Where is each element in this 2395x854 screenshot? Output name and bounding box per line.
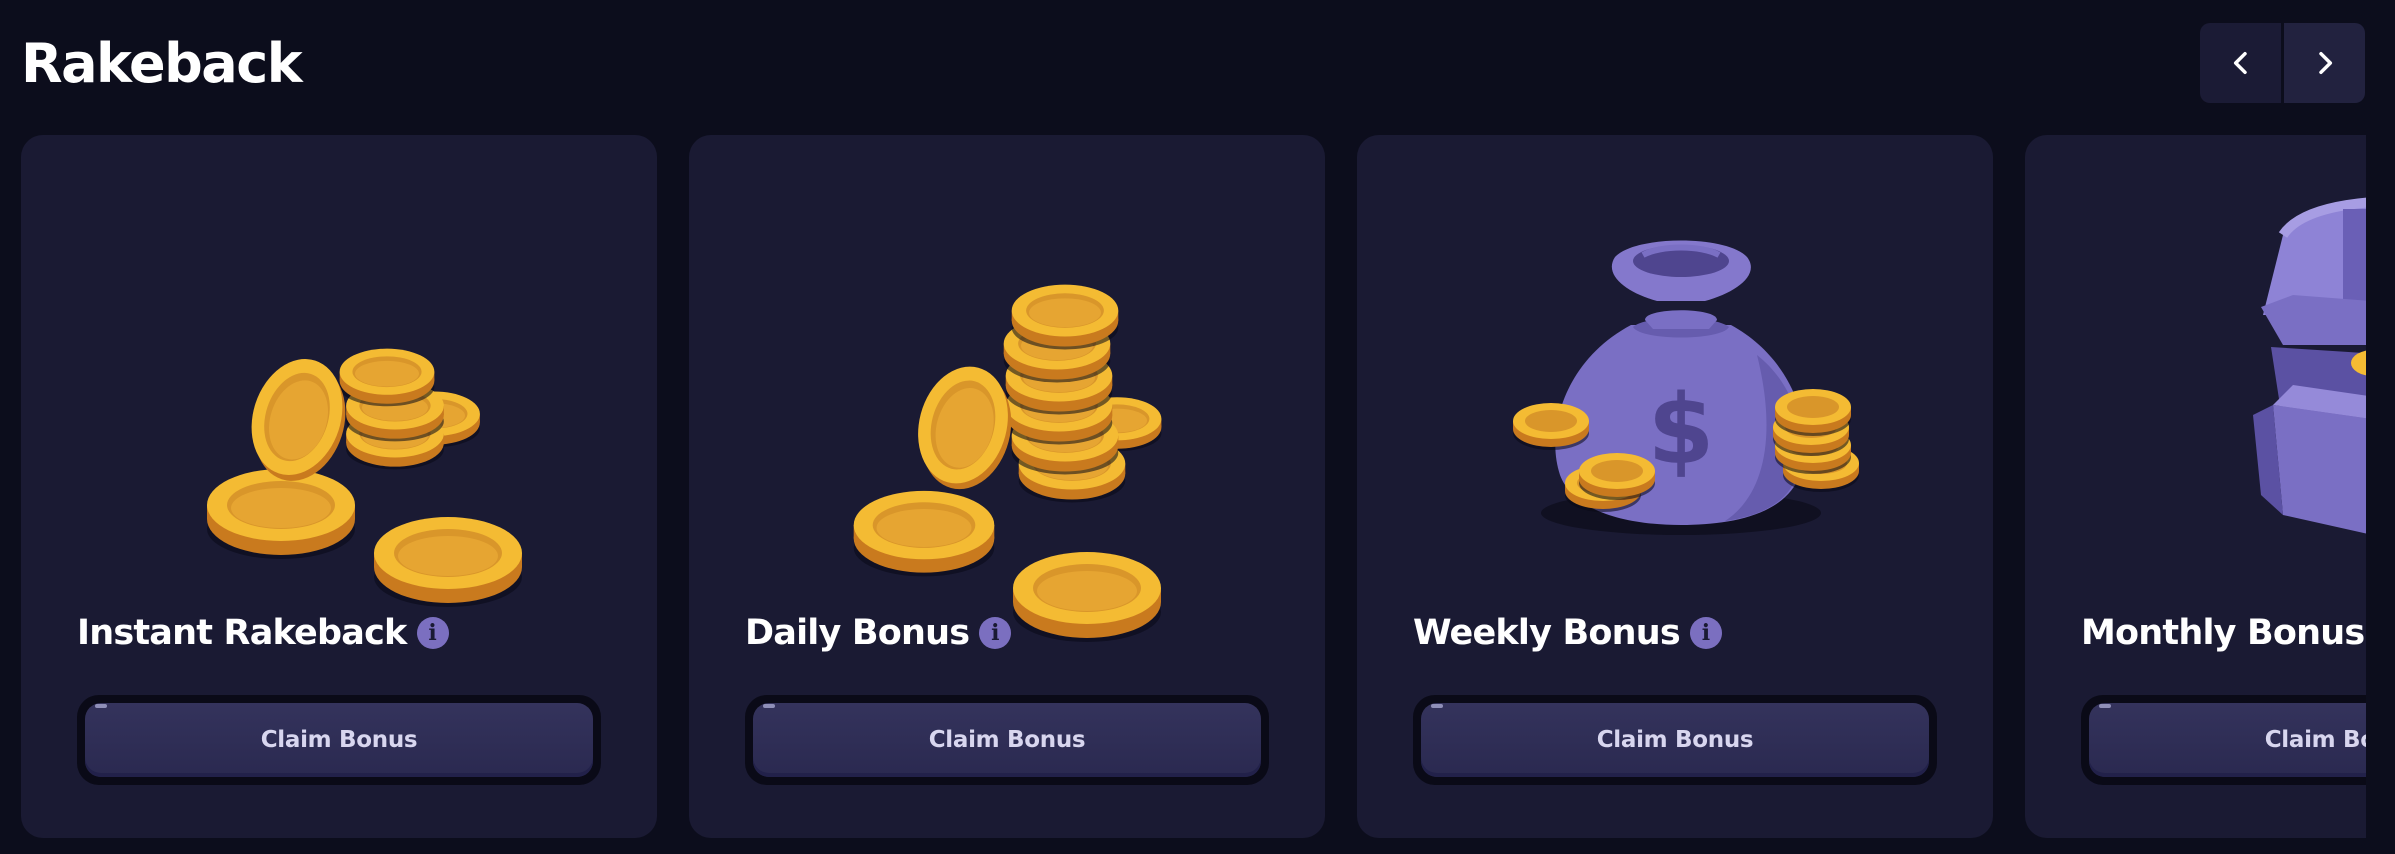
claim-bonus-button[interactable]: Claim Bonus [85,703,593,777]
claim-progress-bar [2099,704,2111,708]
svg-text:$: $ [1648,374,1715,486]
carousel-nav [2200,23,2365,103]
treasure-chest-illustration [2133,195,2366,575]
bonus-card-instant-rakeback: Instant Rakeback i Claim Bonus [21,135,657,838]
card-title: Weekly Bonus [1413,613,1681,653]
card-title-row: Weekly Bonus i [1413,613,1722,653]
gold-coin-stack-illustration [129,195,549,607]
claim-bonus-label: Claim Bonus [260,727,418,753]
bonus-card-daily-bonus: Daily Bonus i Claim Bonus [689,135,1325,838]
claim-bonus-label: Claim Bonus [2264,727,2366,753]
claim-bonus-label: Claim Bonus [1596,727,1754,753]
claim-bonus-container: Claim Bonus [2081,695,2366,785]
card-title-row: Daily Bonus i [745,613,1012,653]
claim-bonus-label: Claim Bonus [928,727,1086,753]
info-icon[interactable]: i [979,617,1012,649]
claim-bonus-container: Claim Bonus [1413,695,1937,785]
bonus-carousel: Instant Rakeback i Claim Bonus Daily Bon… [21,135,2366,839]
card-title: Monthly Bonus [2081,613,2365,653]
claim-bonus-container: Claim Bonus [77,695,601,785]
claim-progress-bar [763,704,775,708]
info-icon[interactable]: i [1689,617,1722,649]
card-title-row: Monthly Bonus i [2081,613,2366,653]
bonus-card-weekly-bonus: $ Weekly Bonus i Claim Bonus [1357,135,1993,838]
carousel-next-button[interactable] [2284,23,2365,103]
info-icon[interactable]: i [416,617,449,649]
section-title: Rakeback [21,32,303,95]
claim-bonus-button[interactable]: Claim Bonus [753,703,1261,777]
card-title: Instant Rakeback [77,613,407,653]
claim-bonus-button[interactable]: Claim Bonus [2089,703,2366,777]
money-bag-illustration: $ [1465,195,1885,575]
gold-coin-tower-illustration [797,195,1217,642]
bonus-card-monthly-bonus: Monthly Bonus i Claim Bonus [2025,135,2366,838]
carousel-prev-button[interactable] [2200,23,2281,103]
card-title-row: Instant Rakeback i [77,613,449,653]
claim-bonus-container: Claim Bonus [745,695,1269,785]
claim-progress-bar [1431,704,1443,708]
chevron-left-icon [2233,51,2247,75]
claim-progress-bar [95,704,107,708]
claim-bonus-button[interactable]: Claim Bonus [1421,703,1929,777]
card-title: Daily Bonus [745,613,970,653]
chevron-right-icon [2318,51,2332,75]
